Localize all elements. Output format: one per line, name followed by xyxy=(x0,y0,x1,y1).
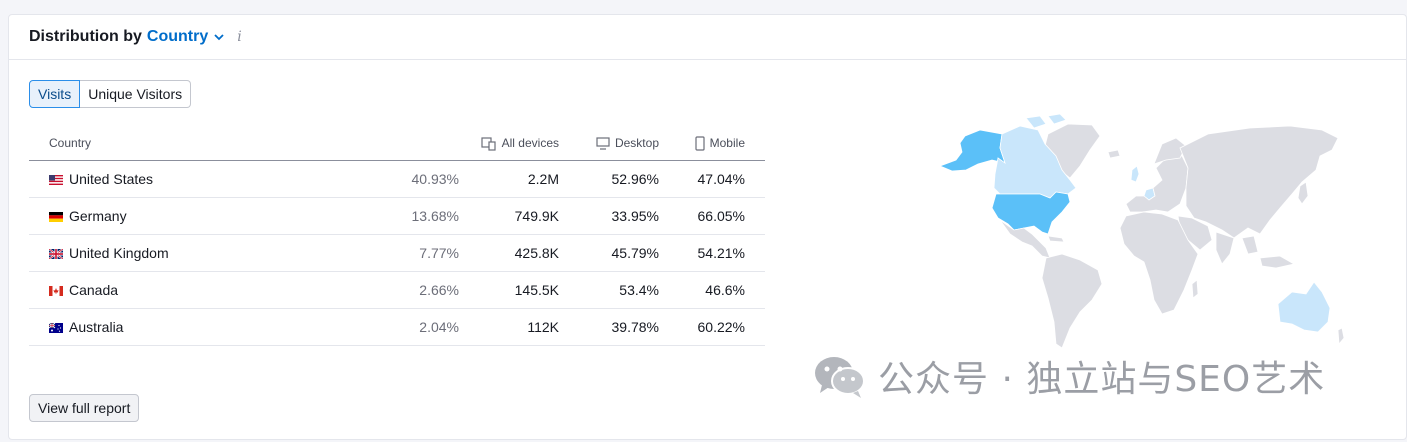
map-region-madagascar[interactable] xyxy=(1191,279,1199,299)
desktop-cell: 33.95% xyxy=(579,197,679,235)
all-devices-header: All devices xyxy=(479,127,579,161)
ca-flag-icon xyxy=(49,285,63,296)
country-cell[interactable]: Canada xyxy=(29,271,329,309)
share-cell: 2.66% xyxy=(329,271,479,309)
map-region-uk[interactable] xyxy=(1130,165,1140,183)
map-region-arctic-islands[interactable] xyxy=(1025,113,1067,129)
info-icon[interactable]: i xyxy=(237,29,241,45)
desktop-header: Desktop xyxy=(579,127,679,161)
us-flag-icon xyxy=(49,174,63,185)
table-header-row: Country All devices Desktop Mobile xyxy=(29,127,765,161)
visits-cell: 145.5K xyxy=(479,271,579,309)
mobile-cell: 60.22% xyxy=(679,308,765,346)
desktop-cell: 52.96% xyxy=(579,160,679,198)
map-region-new-zealand[interactable] xyxy=(1337,327,1345,346)
mobile-icon xyxy=(695,136,705,151)
table-row: Australia 2.04% 112K 39.78% 60.22% xyxy=(29,308,765,346)
visits-cell: 425.8K xyxy=(479,234,579,272)
country-cell[interactable]: Australia xyxy=(29,308,329,346)
country-cell[interactable]: Germany xyxy=(29,197,329,235)
map-region-southeast-asia[interactable] xyxy=(1241,235,1296,269)
dimension-label: Country xyxy=(146,28,209,45)
visits-cell: 2.2M xyxy=(479,160,579,198)
desktop-icon xyxy=(596,137,610,151)
de-flag-icon xyxy=(49,211,63,222)
desktop-cell: 39.78% xyxy=(579,308,679,346)
metric-toggle: Visits Unique Visitors xyxy=(29,80,192,108)
share-cell: 40.93% xyxy=(329,160,479,198)
wechat-icon xyxy=(815,357,865,398)
map-region-australia[interactable] xyxy=(1277,281,1331,333)
share-cell: 13.68% xyxy=(329,197,479,235)
map-region-alaska[interactable] xyxy=(938,129,1006,172)
mobile-cell: 46.6% xyxy=(679,271,765,309)
au-flag-icon xyxy=(49,322,63,333)
visits-cell: 112K xyxy=(479,308,579,346)
card-header: Distribution by Country i xyxy=(9,15,1406,60)
map-region-asia[interactable] xyxy=(1179,125,1339,239)
table-row: Canada 2.66% 145.5K 53.4% 46.6% xyxy=(29,271,765,309)
share-header xyxy=(329,127,479,161)
share-cell: 7.77% xyxy=(329,234,479,272)
share-cell: 2.04% xyxy=(329,308,479,346)
map-region-europe[interactable] xyxy=(1125,155,1189,213)
map-region-iceland[interactable] xyxy=(1107,149,1121,159)
table-row: United States 40.93% 2.2M 52.96% 47.04% xyxy=(29,160,765,198)
watermark: 公众号 · 独立站与SEO艺术 xyxy=(812,350,1325,402)
unique-visitors-toggle-button[interactable]: Unique Visitors xyxy=(80,80,192,108)
chevron-down-icon xyxy=(214,34,224,41)
desktop-cell: 45.79% xyxy=(579,234,679,272)
dimension-dropdown[interactable]: Country xyxy=(147,28,225,46)
all-devices-icon xyxy=(481,137,496,151)
mobile-cell: 66.05% xyxy=(679,197,765,235)
country-cell[interactable]: United States xyxy=(29,160,329,198)
desktop-cell: 53.4% xyxy=(579,271,679,309)
map-region-south-america[interactable] xyxy=(1041,253,1103,349)
widget-title: Distribution by xyxy=(29,28,142,45)
country-header: Country xyxy=(29,127,329,161)
mobile-cell: 54.21% xyxy=(679,234,765,272)
map-region-caribbean[interactable] xyxy=(1047,235,1065,243)
map-region-india[interactable] xyxy=(1215,231,1235,265)
table-row: United Kingdom 7.77% 425.8K 45.79% 54.21… xyxy=(29,234,765,272)
mobile-header: Mobile xyxy=(679,127,765,161)
view-full-report-button[interactable]: View full report xyxy=(29,394,140,422)
country-cell[interactable]: United Kingdom xyxy=(29,234,329,272)
uk-flag-icon xyxy=(49,248,63,259)
table-row: Germany 13.68% 749.9K 33.95% 66.05% xyxy=(29,197,765,235)
visits-cell: 749.9K xyxy=(479,197,579,235)
country-table: Country All devices Desktop Mobile Unite… xyxy=(29,127,765,346)
map-region-usa[interactable] xyxy=(991,191,1071,235)
world-map xyxy=(938,113,1345,349)
visits-toggle-button[interactable]: Visits xyxy=(29,80,81,108)
watermark-text: 公众号 · 独立站与SEO艺术 xyxy=(878,359,1326,400)
mobile-cell: 47.04% xyxy=(679,160,765,198)
